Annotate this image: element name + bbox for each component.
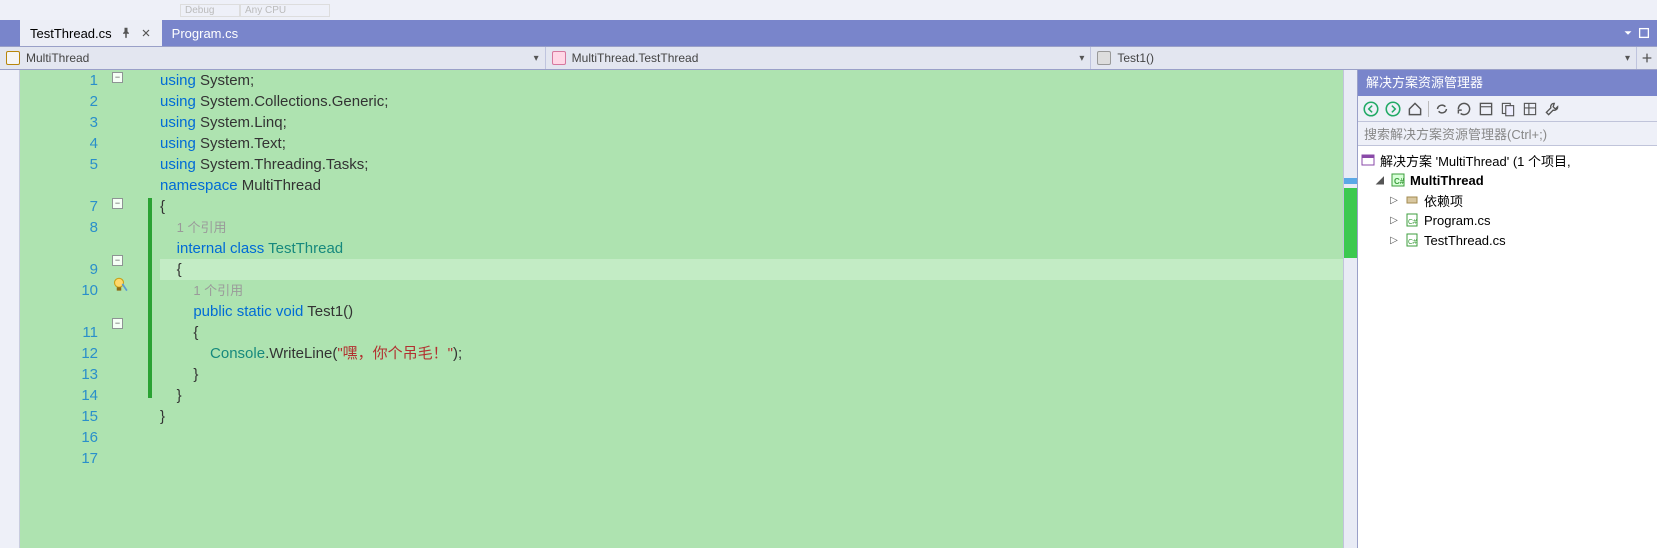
svg-text:C#: C# [1408,239,1417,246]
expand-toggle[interactable]: ◢ [1374,175,1386,186]
line-number-gutter: 12345 78 910 11121314151617 [20,70,108,548]
properties-icon[interactable] [1521,100,1539,118]
csproj-icon: C# [1390,172,1406,188]
tree-label: 解决方案 'MultiThread' (1 个项目, [1380,151,1571,170]
chevron-down-icon: ▾ [1079,53,1084,64]
wrench-icon[interactable] [1543,100,1561,118]
sync-icon[interactable] [1433,100,1451,118]
tree-row-project[interactable]: ◢ C# MultiThread [1360,170,1655,190]
member-name: Test1() [1117,51,1154,65]
solution-explorer-panel: 解决方案资源管理器 搜索解决方案资源管理器(Ctrl+;) 解决方案 'Mult… [1357,70,1657,548]
tree-row-dependencies[interactable]: ▷ 依赖项 [1360,190,1655,210]
tab-label: Program.cs [172,26,238,41]
project-name: MultiThread [26,51,89,65]
showall-icon[interactable] [1477,100,1495,118]
scroll-marker-bar[interactable] [1343,70,1357,548]
search-placeholder: 搜索解决方案资源管理器(Ctrl+;) [1364,124,1547,143]
chevron-down-icon[interactable] [1621,26,1635,40]
home-icon[interactable] [1406,100,1424,118]
solution-icon [1360,152,1376,168]
back-icon[interactable] [1362,100,1380,118]
tree-label: Program.cs [1424,213,1490,228]
tab-program[interactable]: Program.cs [162,20,248,46]
tree-row-file[interactable]: ▷ C# TestThread.cs [1360,230,1655,250]
project-icon [6,51,20,65]
svg-text:C#: C# [1394,177,1405,186]
split-button[interactable] [1637,47,1657,69]
fold-toggle[interactable]: − [112,255,123,266]
project-selector[interactable]: MultiThread ▾ [0,47,546,69]
code-editor[interactable]: 12345 78 910 11121314151617 − − − − usin… [20,70,1357,548]
navigation-bar: MultiThread ▾ MultiThread.TestThread ▾ T… [0,46,1657,70]
csharp-file-icon: C# [1404,212,1420,228]
panel-title: 解决方案资源管理器 [1358,70,1657,96]
expand-toggle[interactable]: ▷ [1388,195,1400,206]
fold-toggle[interactable]: − [112,198,123,209]
close-icon[interactable] [140,27,152,39]
namespace-name: MultiThread.TestThread [572,51,699,65]
fold-toggle[interactable]: − [112,318,123,329]
tree-label: MultiThread [1410,173,1484,188]
tree-label: 依赖项 [1424,191,1463,210]
change-bar [148,70,154,548]
namespace-selector[interactable]: MultiThread.TestThread ▾ [546,47,1092,69]
tree-row-file[interactable]: ▷ C# Program.cs [1360,210,1655,230]
expand-toggle[interactable]: ▷ [1388,215,1400,226]
tab-label: TestThread.cs [30,26,112,41]
solution-tree[interactable]: 解决方案 'MultiThread' (1 个项目, ◢ C# MultiThr… [1358,146,1657,548]
tree-row-solution[interactable]: 解决方案 'MultiThread' (1 个项目, [1360,150,1655,170]
fold-column: − − − − [108,70,148,548]
panel-toolbar [1358,96,1657,122]
panel-search[interactable]: 搜索解决方案资源管理器(Ctrl+;) [1358,122,1657,146]
method-icon [1097,51,1111,65]
member-selector[interactable]: Test1() ▾ [1091,47,1637,69]
chevron-down-icon: ▾ [534,53,539,64]
forward-icon[interactable] [1384,100,1402,118]
csharp-file-icon: C# [1404,232,1420,248]
lightbulb-icon[interactable] [110,276,128,294]
fold-toggle[interactable]: − [112,72,123,83]
refresh-icon[interactable] [1455,100,1473,118]
top-toolbar: Debug Any CPU [0,0,1657,20]
copy-icon[interactable] [1499,100,1517,118]
expand-toggle[interactable]: ▷ [1388,235,1400,246]
class-icon [552,51,566,65]
tree-label: TestThread.cs [1424,233,1506,248]
pin-icon[interactable] [120,27,132,39]
tab-testthread[interactable]: TestThread.cs [20,20,162,46]
dependency-icon [1404,192,1420,208]
chevron-down-icon: ▾ [1625,53,1630,64]
document-tabs: TestThread.cs Program.cs [0,20,1657,46]
code-text[interactable]: using System;using System.Collections.Ge… [154,70,1357,548]
maximize-icon[interactable] [1637,26,1651,40]
left-toolbox-gutter[interactable] [0,70,20,548]
svg-text:C#: C# [1408,219,1417,226]
